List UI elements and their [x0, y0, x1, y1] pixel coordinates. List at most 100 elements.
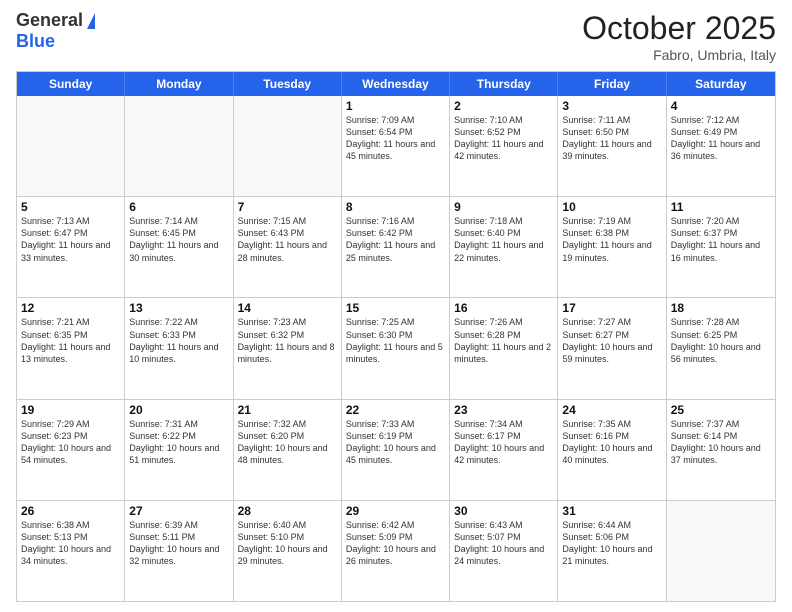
day-number: 12: [21, 301, 120, 315]
week-row-2: 12Sunrise: 7:21 AM Sunset: 6:35 PM Dayli…: [17, 298, 775, 399]
day-cell-13: 13Sunrise: 7:22 AM Sunset: 6:33 PM Dayli…: [125, 298, 233, 398]
day-number: 25: [671, 403, 771, 417]
day-info: Sunrise: 7:26 AM Sunset: 6:28 PM Dayligh…: [454, 316, 553, 365]
empty-cell-0-1: [125, 96, 233, 196]
day-cell-6: 6Sunrise: 7:14 AM Sunset: 6:45 PM Daylig…: [125, 197, 233, 297]
day-info: Sunrise: 7:37 AM Sunset: 6:14 PM Dayligh…: [671, 418, 771, 467]
day-number: 13: [129, 301, 228, 315]
day-info: Sunrise: 7:22 AM Sunset: 6:33 PM Dayligh…: [129, 316, 228, 365]
empty-cell-0-2: [234, 96, 342, 196]
day-number: 1: [346, 99, 445, 113]
header-thursday: Thursday: [450, 72, 558, 96]
day-info: Sunrise: 7:15 AM Sunset: 6:43 PM Dayligh…: [238, 215, 337, 264]
day-number: 7: [238, 200, 337, 214]
day-number: 15: [346, 301, 445, 315]
day-number: 3: [562, 99, 661, 113]
day-number: 20: [129, 403, 228, 417]
empty-cell-0-0: [17, 96, 125, 196]
header: General Blue October 2025 Fabro, Umbria,…: [16, 10, 776, 63]
day-number: 28: [238, 504, 337, 518]
day-number: 30: [454, 504, 553, 518]
calendar: SundayMondayTuesdayWednesdayThursdayFrid…: [16, 71, 776, 602]
day-info: Sunrise: 7:31 AM Sunset: 6:22 PM Dayligh…: [129, 418, 228, 467]
day-info: Sunrise: 7:23 AM Sunset: 6:32 PM Dayligh…: [238, 316, 337, 365]
day-info: Sunrise: 7:18 AM Sunset: 6:40 PM Dayligh…: [454, 215, 553, 264]
day-info: Sunrise: 7:13 AM Sunset: 6:47 PM Dayligh…: [21, 215, 120, 264]
empty-cell-4-6: [667, 501, 775, 601]
header-wednesday: Wednesday: [342, 72, 450, 96]
week-row-4: 26Sunrise: 6:38 AM Sunset: 5:13 PM Dayli…: [17, 501, 775, 601]
month-title: October 2025: [582, 10, 776, 47]
day-cell-9: 9Sunrise: 7:18 AM Sunset: 6:40 PM Daylig…: [450, 197, 558, 297]
day-cell-25: 25Sunrise: 7:37 AM Sunset: 6:14 PM Dayli…: [667, 400, 775, 500]
day-number: 24: [562, 403, 661, 417]
day-cell-1: 1Sunrise: 7:09 AM Sunset: 6:54 PM Daylig…: [342, 96, 450, 196]
day-number: 6: [129, 200, 228, 214]
day-cell-31: 31Sunrise: 6:44 AM Sunset: 5:06 PM Dayli…: [558, 501, 666, 601]
day-info: Sunrise: 7:21 AM Sunset: 6:35 PM Dayligh…: [21, 316, 120, 365]
day-info: Sunrise: 6:38 AM Sunset: 5:13 PM Dayligh…: [21, 519, 120, 568]
header-friday: Friday: [558, 72, 666, 96]
day-number: 31: [562, 504, 661, 518]
calendar-header: SundayMondayTuesdayWednesdayThursdayFrid…: [17, 72, 775, 96]
day-info: Sunrise: 7:28 AM Sunset: 6:25 PM Dayligh…: [671, 316, 771, 365]
day-number: 23: [454, 403, 553, 417]
header-monday: Monday: [125, 72, 233, 96]
logo-general-text: General: [16, 10, 83, 31]
week-row-3: 19Sunrise: 7:29 AM Sunset: 6:23 PM Dayli…: [17, 400, 775, 501]
day-info: Sunrise: 7:19 AM Sunset: 6:38 PM Dayligh…: [562, 215, 661, 264]
day-cell-30: 30Sunrise: 6:43 AM Sunset: 5:07 PM Dayli…: [450, 501, 558, 601]
day-cell-2: 2Sunrise: 7:10 AM Sunset: 6:52 PM Daylig…: [450, 96, 558, 196]
day-info: Sunrise: 6:40 AM Sunset: 5:10 PM Dayligh…: [238, 519, 337, 568]
day-number: 10: [562, 200, 661, 214]
day-number: 17: [562, 301, 661, 315]
day-number: 14: [238, 301, 337, 315]
day-info: Sunrise: 7:34 AM Sunset: 6:17 PM Dayligh…: [454, 418, 553, 467]
day-cell-8: 8Sunrise: 7:16 AM Sunset: 6:42 PM Daylig…: [342, 197, 450, 297]
title-block: October 2025 Fabro, Umbria, Italy: [582, 10, 776, 63]
day-cell-19: 19Sunrise: 7:29 AM Sunset: 6:23 PM Dayli…: [17, 400, 125, 500]
day-cell-16: 16Sunrise: 7:26 AM Sunset: 6:28 PM Dayli…: [450, 298, 558, 398]
day-info: Sunrise: 7:16 AM Sunset: 6:42 PM Dayligh…: [346, 215, 445, 264]
day-cell-7: 7Sunrise: 7:15 AM Sunset: 6:43 PM Daylig…: [234, 197, 342, 297]
day-cell-10: 10Sunrise: 7:19 AM Sunset: 6:38 PM Dayli…: [558, 197, 666, 297]
day-cell-15: 15Sunrise: 7:25 AM Sunset: 6:30 PM Dayli…: [342, 298, 450, 398]
day-cell-18: 18Sunrise: 7:28 AM Sunset: 6:25 PM Dayli…: [667, 298, 775, 398]
day-info: Sunrise: 6:43 AM Sunset: 5:07 PM Dayligh…: [454, 519, 553, 568]
header-saturday: Saturday: [667, 72, 775, 96]
day-number: 4: [671, 99, 771, 113]
day-cell-12: 12Sunrise: 7:21 AM Sunset: 6:35 PM Dayli…: [17, 298, 125, 398]
day-cell-21: 21Sunrise: 7:32 AM Sunset: 6:20 PM Dayli…: [234, 400, 342, 500]
day-info: Sunrise: 7:32 AM Sunset: 6:20 PM Dayligh…: [238, 418, 337, 467]
day-info: Sunrise: 6:42 AM Sunset: 5:09 PM Dayligh…: [346, 519, 445, 568]
week-row-1: 5Sunrise: 7:13 AM Sunset: 6:47 PM Daylig…: [17, 197, 775, 298]
day-number: 2: [454, 99, 553, 113]
day-number: 22: [346, 403, 445, 417]
day-cell-23: 23Sunrise: 7:34 AM Sunset: 6:17 PM Dayli…: [450, 400, 558, 500]
day-cell-27: 27Sunrise: 6:39 AM Sunset: 5:11 PM Dayli…: [125, 501, 233, 601]
day-info: Sunrise: 7:20 AM Sunset: 6:37 PM Dayligh…: [671, 215, 771, 264]
day-cell-4: 4Sunrise: 7:12 AM Sunset: 6:49 PM Daylig…: [667, 96, 775, 196]
day-number: 8: [346, 200, 445, 214]
day-number: 27: [129, 504, 228, 518]
day-info: Sunrise: 6:39 AM Sunset: 5:11 PM Dayligh…: [129, 519, 228, 568]
day-cell-17: 17Sunrise: 7:27 AM Sunset: 6:27 PM Dayli…: [558, 298, 666, 398]
day-info: Sunrise: 7:33 AM Sunset: 6:19 PM Dayligh…: [346, 418, 445, 467]
page: General Blue October 2025 Fabro, Umbria,…: [0, 0, 792, 612]
header-sunday: Sunday: [17, 72, 125, 96]
day-cell-20: 20Sunrise: 7:31 AM Sunset: 6:22 PM Dayli…: [125, 400, 233, 500]
day-number: 11: [671, 200, 771, 214]
day-cell-29: 29Sunrise: 6:42 AM Sunset: 5:09 PM Dayli…: [342, 501, 450, 601]
day-cell-14: 14Sunrise: 7:23 AM Sunset: 6:32 PM Dayli…: [234, 298, 342, 398]
day-cell-24: 24Sunrise: 7:35 AM Sunset: 6:16 PM Dayli…: [558, 400, 666, 500]
location: Fabro, Umbria, Italy: [582, 47, 776, 63]
day-cell-26: 26Sunrise: 6:38 AM Sunset: 5:13 PM Dayli…: [17, 501, 125, 601]
day-cell-3: 3Sunrise: 7:11 AM Sunset: 6:50 PM Daylig…: [558, 96, 666, 196]
day-number: 16: [454, 301, 553, 315]
day-cell-22: 22Sunrise: 7:33 AM Sunset: 6:19 PM Dayli…: [342, 400, 450, 500]
day-info: Sunrise: 7:35 AM Sunset: 6:16 PM Dayligh…: [562, 418, 661, 467]
day-number: 21: [238, 403, 337, 417]
day-info: Sunrise: 7:25 AM Sunset: 6:30 PM Dayligh…: [346, 316, 445, 365]
day-number: 9: [454, 200, 553, 214]
day-number: 18: [671, 301, 771, 315]
